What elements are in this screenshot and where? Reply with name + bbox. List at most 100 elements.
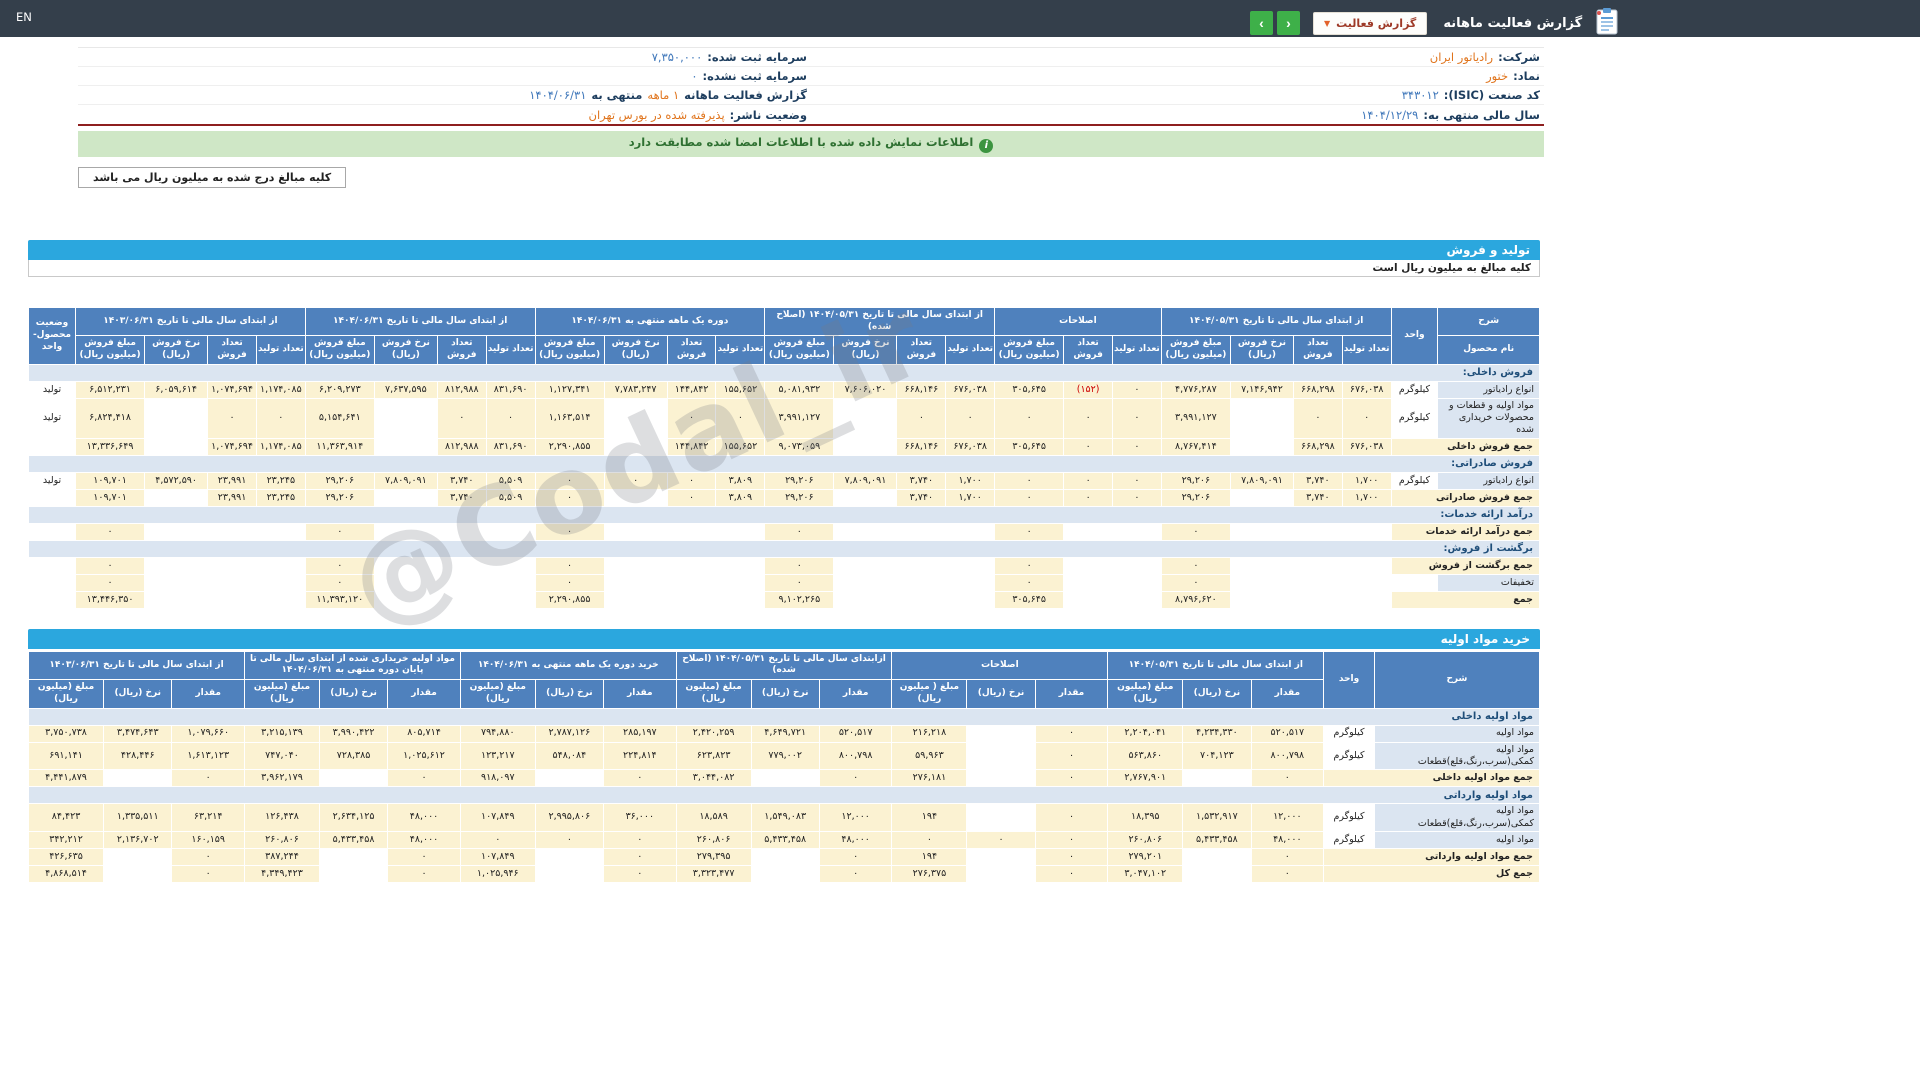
report-document-icon[interactable] — [1592, 6, 1622, 40]
value-cell — [1183, 770, 1251, 787]
total-row: جمع فروش صادراتی۱,۷۰۰۳,۷۴۰۲۹,۲۰۶۰۰۰۱,۷۰۰… — [29, 489, 1540, 506]
value-cell — [208, 523, 257, 540]
info-registered-capital: سرمایه ثبت شده: ۷,۳۵۰,۰۰۰ — [78, 49, 811, 65]
value-cell: ۶,۰۵۹,۶۱۴ — [145, 381, 208, 398]
value-cell — [751, 770, 819, 787]
value-cell — [145, 523, 208, 540]
column-group-header: اصلاحات — [892, 651, 1108, 679]
value-cell — [946, 557, 995, 574]
value-cell — [967, 848, 1035, 865]
column-header: مبلغ فروش (میلیون ریال) — [535, 336, 604, 364]
value-cell: ۴,۷۷۶,۲۸۷ — [1161, 381, 1230, 398]
value-cell: ۵۹,۹۶۳ — [892, 742, 967, 770]
section-production-sales: تولید و فروش — [28, 240, 1540, 260]
value-cell — [946, 523, 995, 540]
value-cell — [1230, 489, 1293, 506]
value-cell: ۰ — [1035, 865, 1108, 882]
value-cell — [319, 770, 387, 787]
value-cell: ۰ — [1293, 398, 1342, 438]
value-cell — [1230, 398, 1293, 438]
value-cell — [667, 557, 716, 574]
total-label: جمع مواد اولیه داخلی — [1324, 770, 1540, 787]
value-cell: ۱,۷۰۰ — [946, 489, 995, 506]
signed-data-notice: iاطلاعات نمایش داده شده با اطلاعات امضا … — [78, 131, 1544, 157]
value-cell: ۰ — [604, 472, 667, 489]
nav-prev-button[interactable]: ‹ — [1250, 11, 1273, 35]
total-row: جمع برگشت از فروش۰۰۰۰۰۰ — [29, 557, 1540, 574]
value-cell: ۰ — [1161, 574, 1230, 591]
value-cell: ۷۷۹,۰۰۲ — [751, 742, 819, 770]
column-header: مبلغ فروش (میلیون ریال) — [1161, 336, 1230, 364]
info-row: شرکت: رادیاتور ایران سرمایه ثبت شده: ۷,۳… — [78, 48, 1544, 67]
value-cell: ۱۶۰,۱۵۹ — [172, 831, 245, 848]
unit-cell — [1391, 574, 1438, 591]
value-cell: ۳۶,۰۰۰ — [604, 804, 677, 832]
value-cell: ۰ — [819, 865, 892, 882]
column-header: مبلغ فروش (میلیون ریال) — [995, 336, 1064, 364]
value-cell: ۷۴۷,۰۴۰ — [245, 742, 320, 770]
product-name: مواد اولیه کمکی(سرب،رنگ،قلع)قطعات — [1374, 742, 1539, 770]
value-cell — [604, 574, 667, 591]
value-cell: ۱,۰۲۵,۶۱۲ — [388, 742, 461, 770]
value-cell: ۸۴,۴۲۳ — [29, 804, 104, 832]
value-cell: ۲۲۴,۸۱۴ — [604, 742, 677, 770]
section-label: فروش داخلی: — [29, 364, 1540, 381]
nav-next-button[interactable]: › — [1277, 11, 1300, 35]
table-row: انواع رادیاتورکیلوگرم۱,۷۰۰۳,۷۴۰۷,۸۰۹,۰۹۱… — [29, 472, 1540, 489]
value-cell — [374, 398, 437, 438]
value-cell: ۰ — [667, 472, 716, 489]
value-cell — [104, 848, 172, 865]
registered-capital-label: سرمایه ثبت شده: — [707, 50, 807, 64]
value-cell: ۰ — [1161, 523, 1230, 540]
product-status-cell — [29, 523, 76, 540]
symbol-link[interactable]: ختور — [1486, 69, 1508, 83]
column-group-header: از ابتدای سال مالی تا تاریخ ۱۴۰۴/۰۶/۳۱ — [305, 308, 535, 336]
value-cell: ۱,۷۰۰ — [1342, 472, 1391, 489]
company-info-panel: شرکت: رادیاتور ایران سرمایه ثبت شده: ۷,۳… — [78, 47, 1544, 126]
value-cell — [208, 591, 257, 608]
section-label: برگشت از فروش: — [29, 540, 1540, 557]
value-cell: ۳۸۷,۲۴۴ — [245, 848, 320, 865]
value-cell — [751, 848, 819, 865]
info-company: شرکت: رادیاتور ایران — [811, 49, 1544, 65]
value-cell — [1342, 523, 1391, 540]
column-header: تعداد تولید — [946, 336, 995, 364]
value-cell: ۱,۷۰۰ — [1342, 489, 1391, 506]
value-cell: ۰ — [1251, 848, 1324, 865]
value-cell: ۳,۳۲۳,۴۷۷ — [676, 865, 751, 882]
value-cell: ۰ — [1035, 831, 1108, 848]
column-group-header: اصلاحات — [995, 308, 1162, 336]
info-report-period: گزارش فعالیت ماهانه ۱ ماهه منتهی به ۱۴۰۴… — [78, 87, 811, 103]
value-cell: ۱,۰۷۴,۶۹۴ — [208, 438, 257, 455]
section-row: برگشت از فروش: — [29, 540, 1540, 557]
value-cell — [1342, 591, 1391, 608]
value-cell: ۰ — [76, 523, 145, 540]
value-cell: ۸۱۲,۹۸۸ — [437, 381, 486, 398]
value-cell — [1064, 557, 1113, 574]
value-cell: ۱,۰۷۹,۶۶۰ — [172, 725, 245, 742]
value-cell — [1230, 523, 1293, 540]
value-cell: ۸,۷۹۶,۶۲۰ — [1161, 591, 1230, 608]
report-type-dropdown[interactable]: گزارش فعالیت ▼ — [1313, 12, 1427, 35]
column-header: تعداد فروش — [1064, 336, 1113, 364]
column-group-header: دوره یک ماهه منتهی به ۱۴۰۴/۰۶/۳۱ — [535, 308, 765, 336]
value-cell — [834, 574, 897, 591]
column-header: مقدار — [1251, 680, 1324, 708]
section-label: مواد اولیه داخلی — [29, 708, 1540, 725]
value-cell: ۱۹۴ — [892, 804, 967, 832]
value-cell: ۶۲۳,۸۲۳ — [676, 742, 751, 770]
value-cell: ۰ — [995, 523, 1064, 540]
unit-cell: کیلوگرم — [1324, 831, 1375, 848]
language-toggle-en[interactable]: EN — [16, 10, 32, 24]
value-cell: ۰ — [819, 848, 892, 865]
value-cell — [946, 574, 995, 591]
value-cell — [834, 489, 897, 506]
total-label: جمع مواد اولیه وارداتی — [1324, 848, 1540, 865]
company-name-link[interactable]: رادیاتور ایران — [1430, 50, 1493, 64]
total-row: جمع مواد اولیه وارداتی۰۲۷۹,۲۰۱۰۱۹۴۰۲۷۹,۳… — [29, 848, 1540, 865]
info-row: نماد: ختور سرمایه ثبت نشده: ۰ — [78, 67, 1544, 86]
value-cell: ۰ — [535, 472, 604, 489]
value-cell: ۳,۹۹۰,۴۲۲ — [319, 725, 387, 742]
value-cell: ۳,۷۴۰ — [1293, 472, 1342, 489]
value-cell — [1293, 591, 1342, 608]
